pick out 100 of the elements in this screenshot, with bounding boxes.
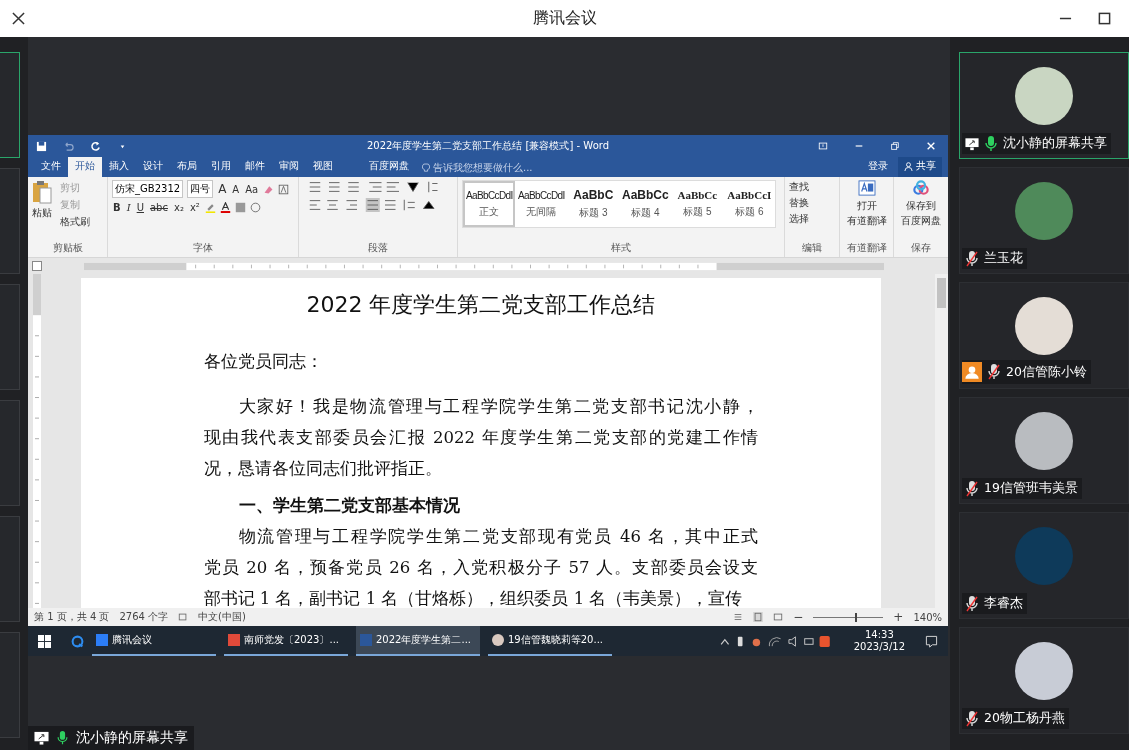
taskbar-app[interactable]: 腾讯会议 <box>92 626 216 656</box>
read-mode-icon[interactable] <box>733 612 744 622</box>
font-button[interactable]: Aa <box>244 183 260 195</box>
format-button[interactable]: x₂ <box>172 202 185 213</box>
font-button[interactable]: A <box>231 183 241 195</box>
word-count[interactable]: 2764 个字 <box>119 610 169 624</box>
taskbar-app[interactable]: 南师党发〔2023〕... <box>224 626 348 656</box>
scroll-thumb[interactable] <box>937 278 946 308</box>
participant-tile[interactable]: 19信管班韦美景 <box>959 397 1129 504</box>
close-icon[interactable] <box>12 12 25 25</box>
style-option[interactable]: AaBbCcDdI 正文 <box>463 181 516 227</box>
ribbon-tab[interactable]: 引用 <box>204 156 238 177</box>
format-button[interactable]: abc <box>149 202 169 213</box>
group-label: 编辑 <box>801 241 824 255</box>
zoom-level[interactable]: 140% <box>913 611 942 623</box>
page-count[interactable]: 第 1 页，共 4 页 <box>34 610 110 624</box>
document-text-line: 部书记 1 名，副书记 1 名（甘烙栎），组织委员 1 名（韦美景），宣传 <box>203 588 744 608</box>
ribbon-display-icon[interactable] <box>818 141 828 151</box>
document-text-line: 现由我代表支部委员会汇报 2022 年度学生第二党支部的党建工作情 <box>203 427 759 449</box>
language-label[interactable]: 中文(中国) <box>198 610 246 624</box>
tell-me-field[interactable]: 告诉我您想要做什么... <box>422 162 583 177</box>
zoom-slider-thumb[interactable] <box>855 612 858 622</box>
ribbon-tab[interactable]: 百度网盘 <box>362 156 416 177</box>
group-label: 样式 <box>610 241 633 255</box>
font-size-field[interactable]: 四号 <box>187 180 214 198</box>
group-label: 字体 <box>192 241 215 255</box>
sign-in-link[interactable]: 登录 <box>868 159 888 177</box>
window-title: 腾讯会议 <box>532 8 597 29</box>
editing-command[interactable]: 选择 <box>789 212 835 226</box>
browser-icon[interactable] <box>71 634 84 648</box>
participant-tile-edge[interactable] <box>0 632 20 738</box>
participant-tile-edge[interactable] <box>0 284 20 390</box>
lightbulb-icon <box>422 162 430 173</box>
share-owner-name: 沈小静的屏幕共享 <box>76 729 188 747</box>
save-icon[interactable] <box>36 140 47 152</box>
editing-command[interactable]: 替换 <box>789 196 835 210</box>
document-text-line: 大家好！我是物流管理与工程学院学生第二党支部书记沈小静， <box>237 396 759 418</box>
ribbon-tab[interactable]: 视图 <box>306 156 340 177</box>
clock-date[interactable]: 2023/3/12 <box>853 641 905 653</box>
participant-name: 20物工杨丹燕 <box>984 710 1065 727</box>
ribbon-tab[interactable]: 邮件 <box>238 156 272 177</box>
clock-time[interactable]: 14:33 <box>864 629 894 641</box>
proofing-icon[interactable] <box>178 612 189 622</box>
participant-name: 兰玉花 <box>984 250 1023 267</box>
participant-tile[interactable]: 兰玉花 <box>959 167 1129 274</box>
font-color-icon[interactable] <box>219 202 231 213</box>
web-layout-icon[interactable] <box>773 612 784 622</box>
redo-icon[interactable] <box>90 140 101 152</box>
windows-start-icon[interactable] <box>38 634 51 648</box>
clipboard-command[interactable]: 格式刷 <box>56 214 90 230</box>
restore-icon[interactable] <box>890 141 900 151</box>
format-button[interactable]: I <box>125 202 132 213</box>
person-icon <box>904 161 913 171</box>
notification-icon[interactable] <box>925 634 938 648</box>
save-to-cloud-button[interactable]: 保存到 百度网盘 <box>898 180 944 241</box>
vertical-scrollbar[interactable] <box>935 274 948 608</box>
group-label: 保存 <box>910 241 933 255</box>
participant-tile[interactable]: 20信管陈小铃 <box>959 282 1129 389</box>
print-layout-icon[interactable] <box>753 612 764 622</box>
zoom-out-button[interactable]: − <box>793 610 804 624</box>
ribbon-tab[interactable]: 审阅 <box>272 156 306 177</box>
participant-tile[interactable]: 沈小静的屏幕共享 <box>959 52 1129 159</box>
clipboard-icon <box>32 180 52 204</box>
ribbon-tab[interactable]: 文件 <box>34 156 68 177</box>
translate-icon <box>857 180 876 196</box>
taskbar-app[interactable]: 2022年度学生第二... <box>356 626 480 656</box>
editing-command[interactable]: 查找 <box>789 180 835 194</box>
document-heading: 2022 年度学生第二党支部工作总结 <box>305 291 657 319</box>
maximize-icon[interactable] <box>1098 12 1111 25</box>
ribbon-tab[interactable]: 设计 <box>136 156 170 177</box>
undo-icon[interactable] <box>63 140 74 152</box>
ribbon-tab[interactable]: 开始 <box>68 156 102 177</box>
screen-share-icon <box>34 731 49 745</box>
participant-tile[interactable]: 20物工杨丹燕 <box>959 627 1129 734</box>
ribbon-tab[interactable]: 插入 <box>102 156 136 177</box>
format-button[interactable]: U <box>135 202 145 213</box>
participant-tile-edge[interactable] <box>0 516 20 622</box>
paste-button[interactable]: 粘贴 <box>32 180 52 241</box>
zoom-in-button[interactable]: + <box>893 610 904 624</box>
participant-tile-edge[interactable] <box>0 400 20 506</box>
participant-name: 20信管陈小铃 <box>1006 363 1087 381</box>
document-text-line: 党员 20 名，预备党员 26 名，入党积极分子 57 人。支部委员会设支 <box>203 557 759 579</box>
translate-button[interactable]: 打开 有道翻译 <box>843 180 890 241</box>
share-button[interactable]: 共享 <box>898 156 942 177</box>
participant-tile-edge[interactable] <box>0 52 20 158</box>
document-text-line: 物流管理与工程学院学生第二党支部现有党员 46 名，其中正式 <box>237 526 759 548</box>
format-button[interactable]: B <box>112 202 122 213</box>
cloud-logo-icon <box>912 180 931 196</box>
ribbon-tab[interactable]: 布局 <box>170 156 204 177</box>
enclose-icon[interactable] <box>249 202 261 213</box>
format-button[interactable]: x² <box>188 202 201 213</box>
tab-selector[interactable] <box>32 261 42 271</box>
participant-tile-edge[interactable] <box>0 168 20 274</box>
participant-tile[interactable]: 李睿杰 <box>959 512 1129 619</box>
document-title: 2022年度学生第二党支部工作总结 [兼容模式] - Word <box>366 139 610 153</box>
font-name-field[interactable]: 仿宋_GB2312 <box>112 180 184 198</box>
border-box-icon[interactable] <box>278 183 290 195</box>
font-button[interactable]: A <box>217 182 228 196</box>
group-label: 有道翻译 <box>845 241 888 255</box>
taskbar-app[interactable]: 19信管魏晓莉等20... <box>488 626 612 656</box>
